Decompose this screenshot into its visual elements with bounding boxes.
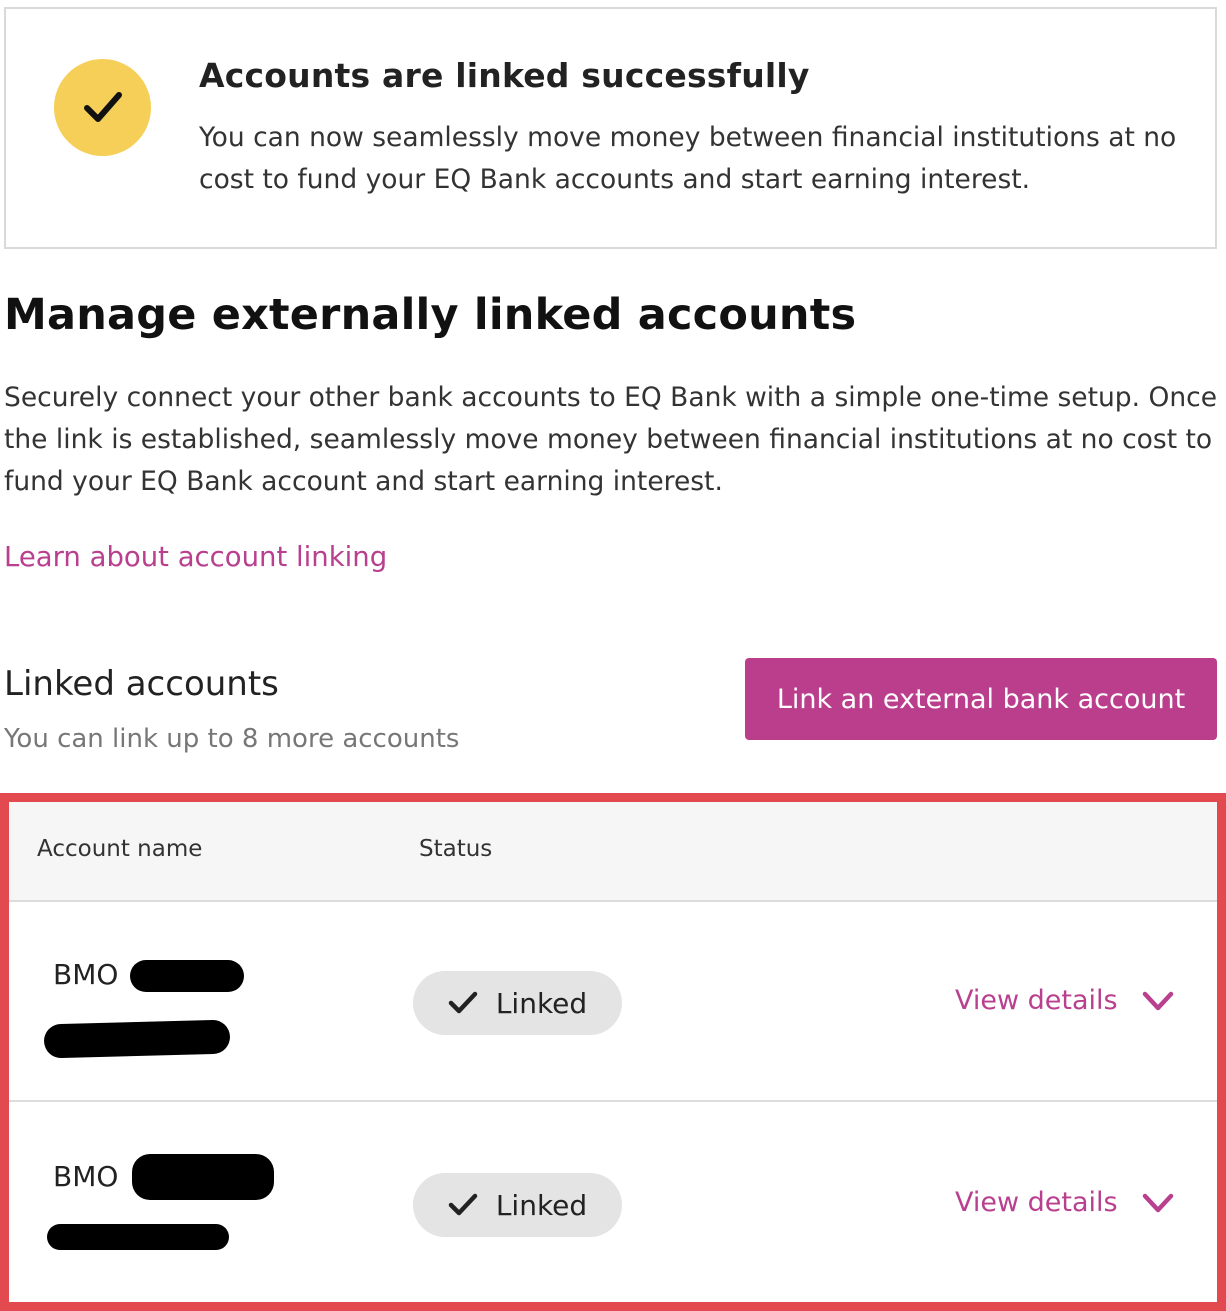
column-header-status: Status [419, 836, 493, 862]
redaction-mark [130, 960, 244, 992]
column-header-account-name: Account name [37, 836, 203, 862]
view-details-label: View details [955, 985, 1118, 1016]
linked-accounts-table: Account name Status BMO Linked View deta… [9, 802, 1217, 1302]
banner-title: Accounts are linked successfully [199, 56, 810, 95]
checkmark-icon [448, 991, 478, 1014]
chevron-down-icon [1142, 1193, 1173, 1212]
status-label: Linked [495, 1188, 588, 1222]
success-banner: Accounts are linked successfully You can… [4, 7, 1217, 249]
page-description: Securely connect your other bank account… [4, 382, 1217, 497]
link-external-account-button[interactable]: Link an external bank account [745, 658, 1217, 740]
view-details-toggle[interactable]: View details [955, 1187, 1174, 1218]
status-badge: Linked [413, 1173, 622, 1237]
success-check-icon [54, 59, 151, 156]
learn-about-linking-link[interactable]: Learn about account linking [4, 541, 387, 573]
redaction-mark [132, 1154, 274, 1200]
page-title: Manage externally linked accounts [4, 290, 857, 340]
checkmark-icon [448, 1193, 478, 1216]
account-name: BMO [53, 958, 119, 991]
linked-accounts-title: Linked accounts [4, 664, 279, 704]
view-details-toggle[interactable]: View details [955, 985, 1174, 1016]
status-badge: Linked [413, 971, 622, 1035]
account-name: BMO [53, 1160, 119, 1193]
table-header: Account name Status [9, 802, 1217, 902]
chevron-down-icon [1142, 991, 1173, 1010]
redaction-mark [47, 1224, 229, 1250]
table-row: BMO Linked View details [9, 1104, 1217, 1304]
page: Accounts are linked successfully You can… [0, 0, 1226, 1311]
view-details-label: View details [955, 1187, 1118, 1218]
status-label: Linked [495, 986, 588, 1020]
table-row: BMO Linked View details [9, 902, 1217, 1102]
redaction-mark [43, 1019, 231, 1059]
banner-message: You can now seamlessly move money betwee… [199, 122, 1177, 195]
linked-accounts-subtitle: You can link up to 8 more accounts [4, 724, 460, 754]
